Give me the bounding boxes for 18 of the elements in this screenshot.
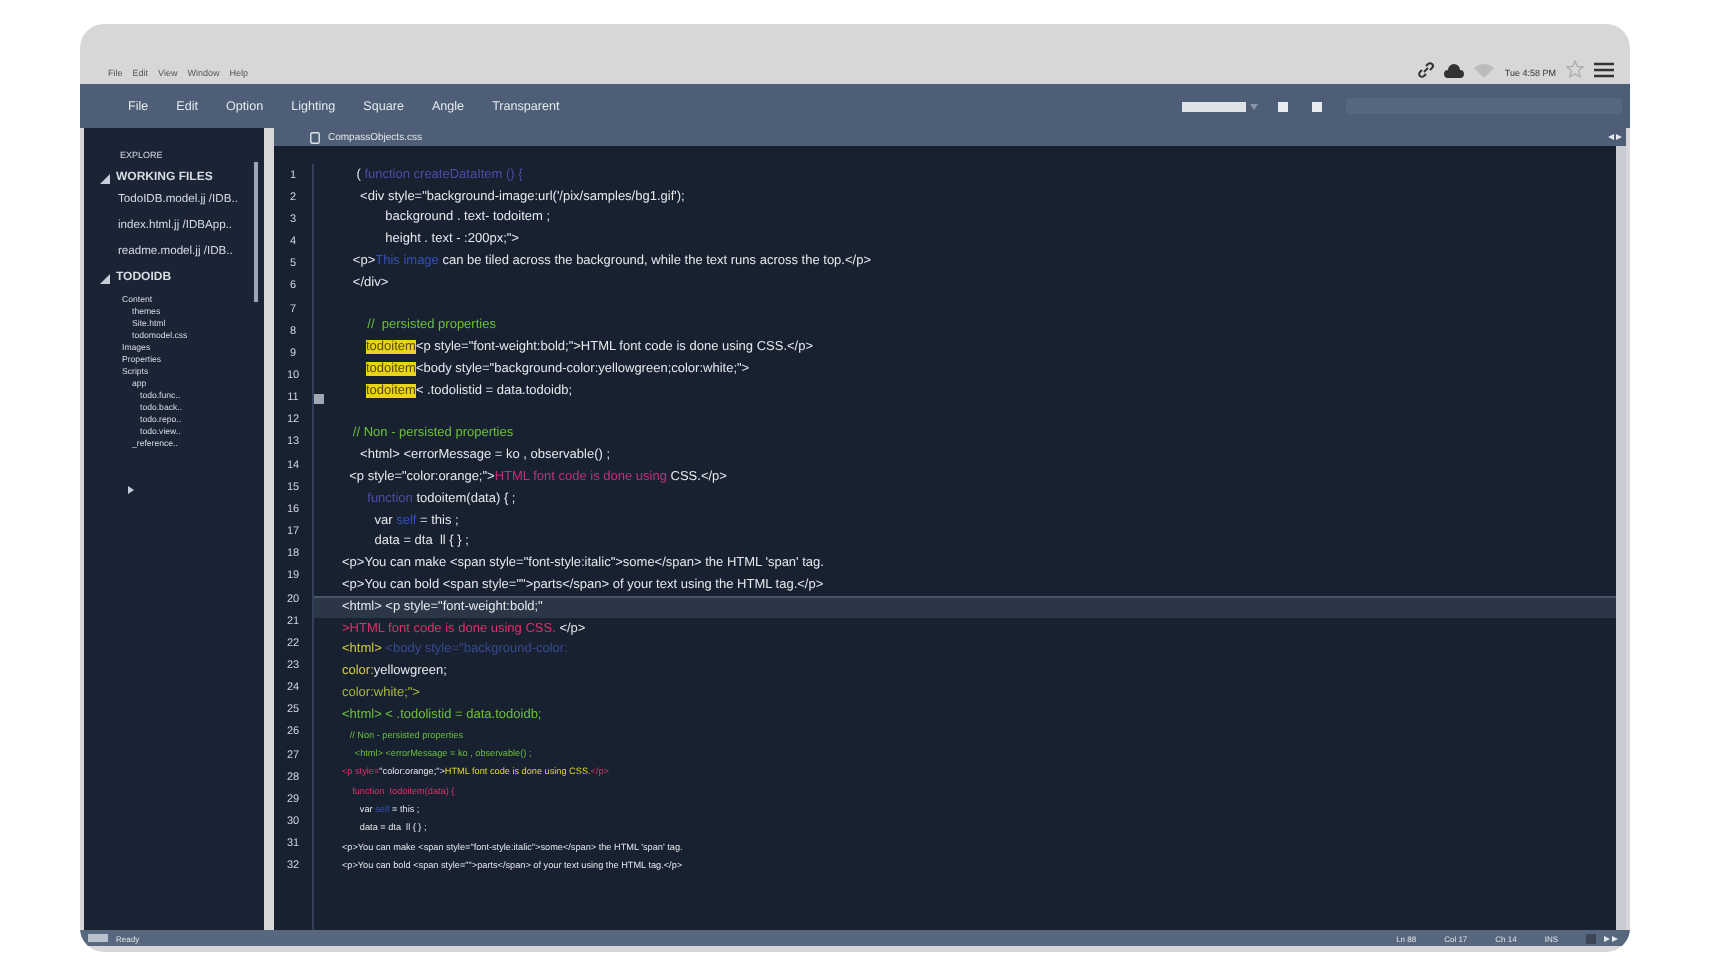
menu-icon[interactable]: [1594, 62, 1614, 78]
star-icon[interactable]: [1566, 60, 1584, 78]
cloud-icon[interactable]: [1444, 64, 1465, 78]
play-icon[interactable]: [1604, 935, 1618, 941]
file-icon: [310, 131, 320, 143]
scrollbar[interactable]: [254, 162, 258, 302]
expand-arrow-icon[interactable]: [100, 173, 110, 183]
caret-icon[interactable]: [128, 486, 134, 494]
breakpoint-marker[interactable]: [314, 393, 324, 404]
square-icon: [1586, 933, 1596, 943]
square-icon: [88, 934, 108, 942]
expand-arrow-icon[interactable]: [100, 273, 110, 283]
square-icon[interactable]: [1312, 101, 1322, 111]
caret-icon: [1250, 103, 1258, 109]
square-icon[interactable]: [1278, 101, 1288, 111]
link-icon[interactable]: [1418, 62, 1435, 78]
scroll-arrows-icon[interactable]: [1608, 134, 1622, 140]
scrollbar[interactable]: [1616, 146, 1626, 930]
